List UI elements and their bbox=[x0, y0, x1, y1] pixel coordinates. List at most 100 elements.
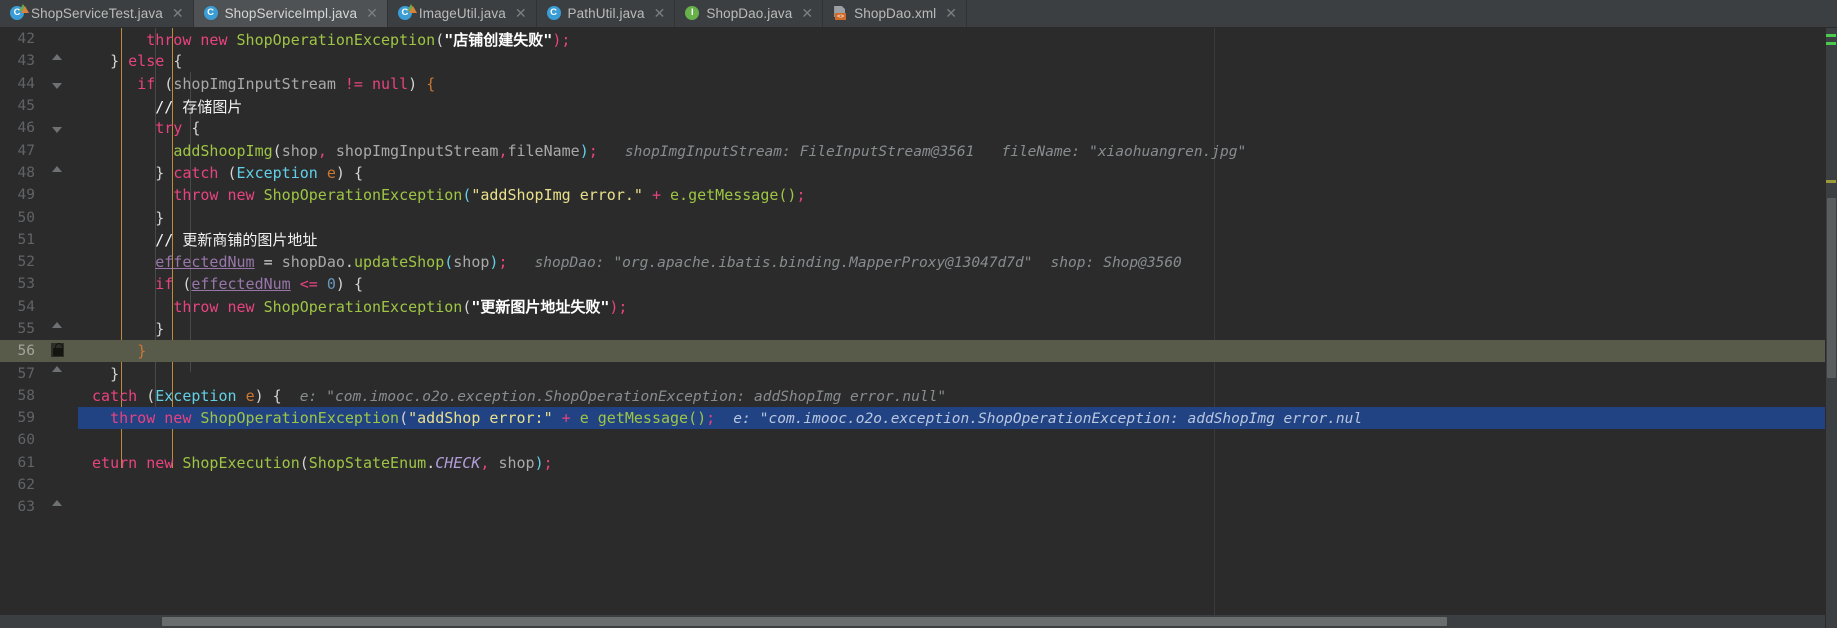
code-line[interactable]: 53 if (effectedNum <= 0) { bbox=[0, 273, 1837, 295]
tab-shopserviceimpl-java[interactable]: C ShopServiceImpl.java ✕ bbox=[193, 0, 388, 27]
code-line[interactable]: 51 // 更新商铺的图片地址 bbox=[0, 229, 1837, 251]
operator: != bbox=[344, 74, 363, 93]
close-icon[interactable]: ✕ bbox=[515, 6, 527, 22]
fold-gutter[interactable] bbox=[44, 296, 78, 318]
marker-warning[interactable] bbox=[1826, 180, 1836, 183]
fold-gutter[interactable] bbox=[44, 318, 78, 340]
inline-debug-hint-name: e: bbox=[733, 411, 751, 428]
tab-pathutil-java[interactable]: C PathUtil.java ✕ bbox=[536, 0, 676, 27]
fold-gutter[interactable] bbox=[44, 50, 78, 72]
fold-gutter[interactable] bbox=[44, 139, 78, 161]
keyword: new bbox=[200, 30, 228, 49]
tab-label: PathUtil.java bbox=[567, 6, 645, 21]
inline-debug-hint-name: fileName: bbox=[1001, 143, 1081, 160]
keyword: throw bbox=[173, 298, 219, 317]
inline-debug-hint-value: "org.apache.ibatis.binding.MapperProxy@1… bbox=[613, 255, 1033, 272]
java-test-class-icon: C bbox=[10, 4, 29, 21]
fold-gutter[interactable] bbox=[44, 474, 78, 496]
code-line[interactable]: 45 // 存储图片 bbox=[0, 95, 1837, 117]
fold-gutter[interactable] bbox=[44, 229, 78, 251]
method-call: e getMessage() bbox=[579, 409, 707, 428]
line-number: 55 bbox=[17, 321, 35, 337]
operator: + bbox=[651, 186, 661, 205]
operator: + bbox=[561, 409, 571, 428]
close-icon[interactable]: ✕ bbox=[945, 6, 957, 22]
brace: } bbox=[155, 208, 165, 227]
code-line[interactable]: 44 if (shopImgInputStream != null) { bbox=[0, 73, 1837, 95]
fold-gutter[interactable] bbox=[44, 184, 78, 206]
code-line[interactable]: 58 catch (Exception e) { e: "com.imooc.o… bbox=[0, 385, 1837, 407]
fold-gutter[interactable] bbox=[44, 429, 78, 451]
keyword: null bbox=[372, 74, 409, 93]
fold-gutter[interactable] bbox=[44, 206, 78, 228]
fold-gutter[interactable] bbox=[44, 95, 78, 117]
code-line-selected[interactable]: 59 throw new ShopOperationException("add… bbox=[0, 407, 1837, 430]
fold-gutter[interactable] bbox=[44, 73, 78, 95]
code-line[interactable]: 61 eturn new ShopExecution(ShopStateEnum… bbox=[0, 452, 1837, 474]
vertical-scrollbar-thumb[interactable] bbox=[1827, 198, 1836, 378]
code-line[interactable]: 55 } bbox=[0, 318, 1837, 340]
code-line[interactable]: 50 } bbox=[0, 206, 1837, 228]
tab-label: ShopDao.java bbox=[706, 6, 793, 21]
fold-gutter[interactable] bbox=[44, 340, 78, 362]
code-line[interactable]: 63 bbox=[0, 496, 1837, 518]
code-line[interactable]: 62 bbox=[0, 474, 1837, 496]
code-line[interactable]: 49 throw new ShopOperationException("add… bbox=[0, 184, 1837, 206]
line-number: 56 bbox=[17, 343, 35, 360]
class-name: ShopOperationException bbox=[263, 186, 463, 205]
line-number: 57 bbox=[17, 365, 35, 382]
close-icon[interactable]: ✕ bbox=[172, 6, 184, 22]
code-line[interactable]: 46 try { bbox=[0, 117, 1837, 139]
fold-gutter[interactable] bbox=[44, 496, 78, 518]
line-number: 54 bbox=[17, 298, 35, 315]
marker-green[interactable] bbox=[1826, 42, 1836, 45]
code-line[interactable]: 43 } else { bbox=[0, 50, 1837, 72]
close-icon[interactable]: ✕ bbox=[801, 6, 813, 22]
fold-gutter[interactable] bbox=[44, 385, 78, 407]
editor-tab-bar[interactable]: C ShopServiceTest.java ✕ C ShopServiceIm… bbox=[0, 0, 1837, 28]
fold-gutter[interactable] bbox=[44, 273, 78, 295]
parameter: e bbox=[245, 386, 255, 405]
number-literal: 0 bbox=[326, 275, 336, 294]
line-number: 61 bbox=[17, 454, 35, 471]
horizontal-scrollbar[interactable] bbox=[0, 615, 1825, 628]
line-number: 59 bbox=[17, 410, 35, 427]
close-icon[interactable]: ✕ bbox=[654, 6, 666, 22]
variable: shopDao bbox=[281, 253, 345, 272]
code-line[interactable]: 48 } catch (Exception e) { bbox=[0, 162, 1837, 184]
tab-shopdao-java[interactable]: I ShopDao.java ✕ bbox=[675, 0, 824, 27]
close-icon[interactable]: ✕ bbox=[366, 6, 378, 22]
fold-gutter[interactable] bbox=[44, 407, 78, 429]
fold-gutter[interactable] bbox=[44, 162, 78, 184]
keyword: if bbox=[155, 275, 174, 294]
line-number: 60 bbox=[17, 432, 35, 449]
fold-gutter[interactable] bbox=[44, 117, 78, 139]
fold-gutter[interactable] bbox=[44, 362, 78, 384]
fold-gutter[interactable] bbox=[44, 452, 78, 474]
fold-gutter[interactable] bbox=[44, 28, 78, 50]
code-line[interactable]: 54 throw new ShopOperationException("更新图… bbox=[0, 296, 1837, 318]
keyword: eturn bbox=[92, 453, 138, 472]
tab-shopdao-xml[interactable]: <> ShopDao.xml ✕ bbox=[823, 0, 967, 27]
code-line[interactable]: 47 addShoopImg(shop, shopImgInputStream,… bbox=[0, 139, 1837, 161]
horizontal-scrollbar-thumb[interactable] bbox=[162, 617, 1447, 626]
tab-imageutil-java[interactable]: C ImageUtil.java ✕ bbox=[387, 0, 537, 27]
fold-gutter[interactable] bbox=[44, 251, 78, 273]
code-line[interactable]: 60 bbox=[0, 429, 1837, 451]
inline-debug-hint-name: shop: bbox=[1050, 255, 1095, 272]
marker-gutter[interactable] bbox=[1825, 28, 1837, 628]
class-name: ShopOperationException bbox=[263, 298, 463, 317]
tab-label: ShopServiceTest.java bbox=[31, 6, 163, 21]
line-number: 62 bbox=[17, 477, 35, 494]
code-line[interactable]: 57 } bbox=[0, 362, 1837, 384]
code-line-current[interactable]: 56 } bbox=[0, 340, 1837, 363]
marker-green[interactable] bbox=[1826, 34, 1836, 37]
type-name: Exception bbox=[236, 163, 318, 182]
line-number: 48 bbox=[17, 164, 35, 181]
code-editor[interactable]: 42 throw new ShopOperationException("店铺创… bbox=[0, 28, 1837, 628]
line-number: 52 bbox=[17, 254, 35, 271]
tab-shopservicetest-java[interactable]: C ShopServiceTest.java ✕ bbox=[0, 0, 194, 27]
code-line[interactable]: 52 effectedNum = shopDao.updateShop(shop… bbox=[0, 251, 1837, 273]
code-line[interactable]: 42 throw new ShopOperationException("店铺创… bbox=[0, 28, 1837, 50]
inline-debug-hint-name: shopDao: bbox=[534, 255, 605, 272]
